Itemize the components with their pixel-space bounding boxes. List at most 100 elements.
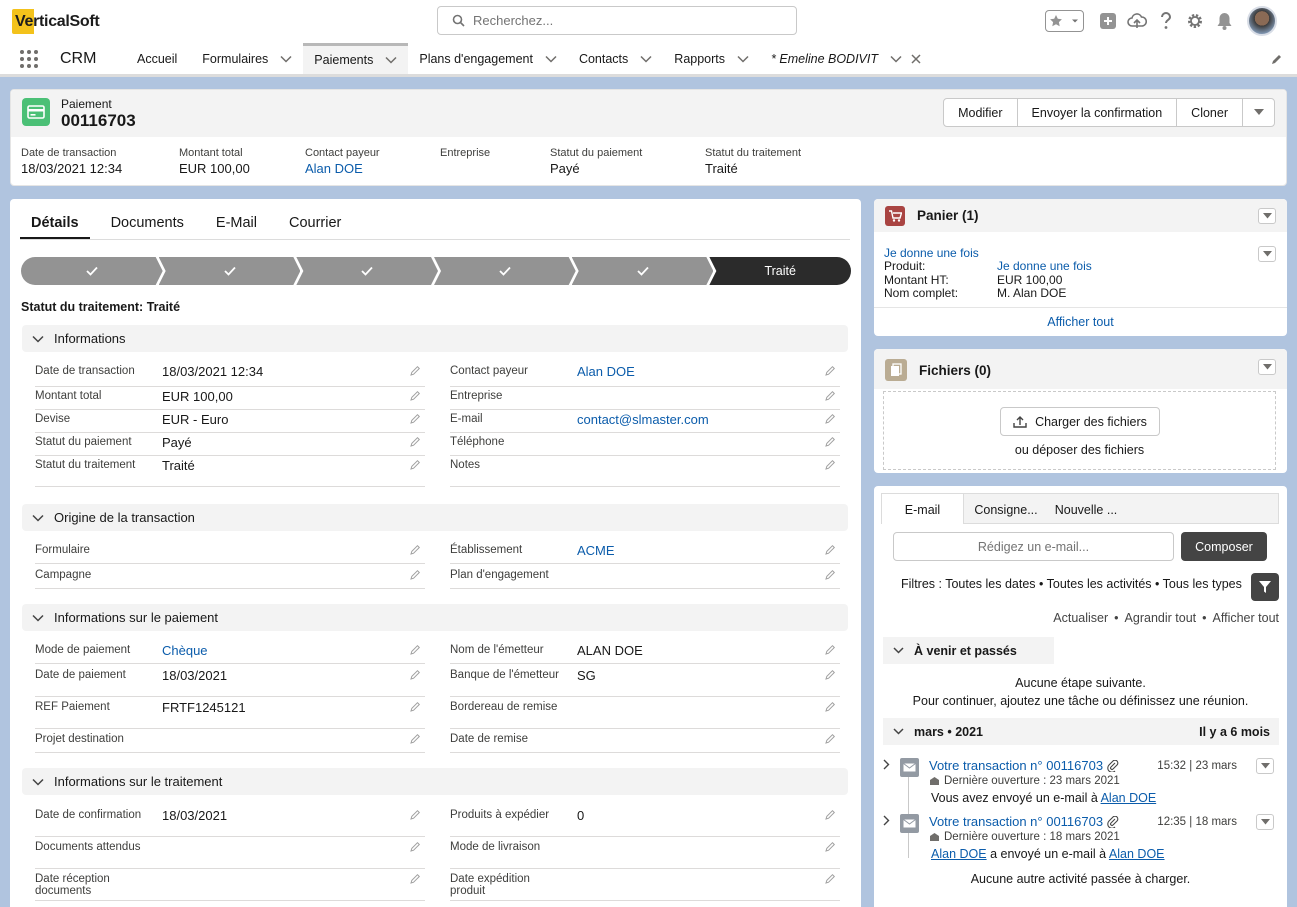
edit-pencil-icon[interactable] — [825, 436, 836, 447]
favorites-button[interactable] — [1045, 10, 1084, 32]
chevron-down-icon[interactable] — [280, 55, 292, 63]
field-value[interactable]: ACME — [577, 543, 615, 558]
cart-item-menu-button[interactable] — [1258, 246, 1276, 262]
nav-item-accueil[interactable]: Accueil — [126, 43, 191, 74]
path-step-complete[interactable] — [21, 257, 163, 285]
edit-pencil-icon[interactable] — [410, 390, 421, 401]
edit-pencil-icon[interactable] — [825, 809, 836, 820]
nav-item-formulaires[interactable]: Formulaires — [191, 43, 303, 74]
add-icon[interactable] — [1098, 11, 1118, 31]
activity-contact-link[interactable]: Alan DOE — [1101, 791, 1157, 805]
chevron-down-icon[interactable] — [545, 55, 557, 63]
nav-item-rapports[interactable]: Rapports — [663, 43, 760, 74]
activity-sender-link[interactable]: Alan DOE — [931, 847, 987, 861]
logo[interactable]: VerticalSoft — [12, 9, 120, 34]
tab-courrier[interactable]: Courrier — [278, 207, 352, 239]
tab-documents[interactable]: Documents — [100, 207, 195, 239]
expand-all-link[interactable]: Agrandir tout — [1125, 611, 1197, 625]
chevron-right-icon[interactable] — [883, 815, 890, 826]
edit-pencil-icon[interactable] — [410, 669, 421, 680]
edit-pencil-icon[interactable] — [410, 733, 421, 744]
file-dropzone[interactable]: Charger des fichiers ou déposer des fich… — [883, 391, 1276, 470]
edit-pencil-icon[interactable] — [410, 644, 421, 655]
edit-pencil-icon[interactable] — [410, 459, 421, 470]
section-traitement[interactable]: Informations sur le traitement — [22, 768, 848, 795]
field-value[interactable]: Alan DOE — [577, 364, 635, 379]
edit-pencil-icon[interactable] — [825, 569, 836, 580]
edit-pencil-icon[interactable] — [410, 809, 421, 820]
nav-item-paiements[interactable]: Paiements — [303, 43, 409, 74]
edit-pencil-icon[interactable] — [825, 544, 836, 555]
edit-pencil-icon[interactable] — [825, 390, 836, 401]
gear-icon[interactable] — [1185, 11, 1205, 31]
search-input[interactable]: Recherchez... — [437, 6, 797, 35]
send-confirmation-button[interactable]: Envoyer la confirmation — [1016, 98, 1178, 127]
tab-activity-log[interactable]: Consigne... — [964, 494, 1048, 523]
view-all-link[interactable]: Afficher tout — [1213, 611, 1279, 625]
chevron-down-icon[interactable] — [890, 55, 902, 63]
edit-pencil-icon[interactable] — [825, 644, 836, 655]
help-icon[interactable] — [1156, 11, 1176, 31]
edit-pencil-icon[interactable] — [825, 669, 836, 680]
tab-activity-new[interactable]: Nouvelle ... — [1048, 494, 1124, 523]
section-origine[interactable]: Origine de la transaction — [22, 504, 848, 531]
compose-button[interactable]: Composer — [1181, 532, 1267, 561]
upcoming-group[interactable]: À venir et passés — [883, 637, 1054, 664]
nav-item-contact-tab[interactable]: * Emeline BODIVIT — [760, 43, 932, 74]
edit-pencil-icon[interactable] — [825, 841, 836, 852]
edit-pencil-icon[interactable] — [825, 459, 836, 470]
activity-menu-button[interactable] — [1256, 814, 1274, 830]
edit-pencil-icon[interactable] — [825, 365, 836, 376]
path-step-current[interactable]: Traité — [709, 257, 852, 285]
path-step-complete[interactable] — [572, 257, 714, 285]
edit-pencil-icon[interactable] — [410, 365, 421, 376]
activity-contact-link[interactable]: Alan DOE — [1109, 847, 1165, 861]
edit-button[interactable]: Modifier — [943, 98, 1018, 127]
edit-pencil-icon[interactable] — [410, 569, 421, 580]
edit-pencil-icon[interactable] — [825, 413, 836, 424]
files-menu-button[interactable] — [1258, 359, 1276, 375]
section-paiement[interactable]: Informations sur le paiement — [22, 604, 848, 631]
edit-pencil-icon[interactable] — [410, 873, 421, 884]
path-step-complete[interactable] — [159, 257, 301, 285]
avatar[interactable] — [1247, 6, 1277, 36]
path-step-complete[interactable] — [296, 257, 438, 285]
chevron-down-icon[interactable] — [640, 55, 652, 63]
month-group[interactable]: mars • 2021 Il y a 6 mois — [883, 718, 1279, 745]
cart-view-all-link[interactable]: Afficher tout — [874, 307, 1287, 336]
close-icon[interactable] — [911, 53, 921, 64]
edit-pencil-icon[interactable] — [410, 436, 421, 447]
chevron-down-icon[interactable] — [385, 56, 397, 64]
activity-title-link[interactable]: Votre transaction n° 00116703 — [929, 758, 1119, 773]
more-actions-button[interactable] — [1242, 98, 1275, 127]
chevron-down-icon[interactable] — [737, 55, 749, 63]
cart-menu-button[interactable] — [1258, 208, 1276, 224]
tab-details[interactable]: Détails — [20, 207, 90, 239]
edit-nav-icon[interactable] — [1271, 53, 1283, 65]
section-informations[interactable]: Informations — [22, 325, 848, 352]
filter-button[interactable] — [1251, 573, 1279, 601]
nav-item-contacts[interactable]: Contacts — [568, 43, 663, 74]
edit-pencil-icon[interactable] — [410, 841, 421, 852]
activity-title-link[interactable]: Votre transaction n° 00116703 — [929, 814, 1119, 829]
cart-product-link[interactable]: Je donne une fois — [997, 259, 1092, 274]
edit-pencil-icon[interactable] — [825, 733, 836, 744]
edit-pencil-icon[interactable] — [825, 873, 836, 884]
tab-email[interactable]: E-Mail — [205, 207, 268, 239]
bell-icon[interactable] — [1214, 11, 1234, 31]
compose-email-input[interactable]: Rédigez un e-mail... — [893, 532, 1174, 561]
clone-button[interactable]: Cloner — [1176, 98, 1243, 127]
app-launcher[interactable] — [0, 43, 60, 74]
edit-pencil-icon[interactable] — [410, 701, 421, 712]
trailhead-icon[interactable] — [1127, 11, 1147, 31]
payer-link[interactable]: Alan DOE — [305, 161, 380, 176]
upload-files-button[interactable]: Charger des fichiers — [1000, 407, 1160, 436]
edit-pencil-icon[interactable] — [825, 701, 836, 712]
cart-item-link[interactable]: Je donne une fois — [884, 246, 979, 260]
path-step-complete[interactable] — [434, 257, 576, 285]
field-value[interactable]: Chèque — [162, 643, 208, 658]
chevron-right-icon[interactable] — [883, 759, 890, 770]
nav-item-plans[interactable]: Plans d'engagement — [408, 43, 568, 74]
field-value[interactable]: contact@slmaster.com — [577, 412, 709, 427]
activity-menu-button[interactable] — [1256, 758, 1274, 774]
